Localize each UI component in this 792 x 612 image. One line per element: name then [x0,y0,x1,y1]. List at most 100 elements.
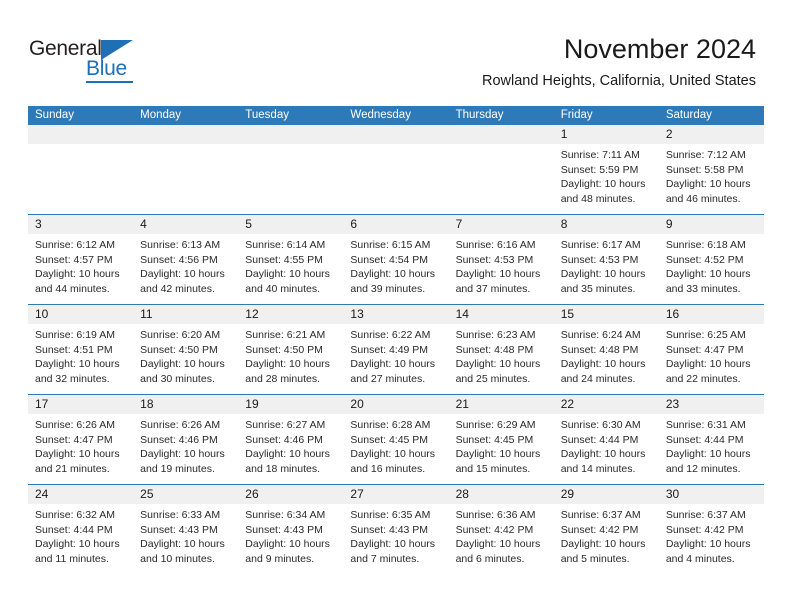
day-detail-line: Sunset: 4:44 PM [665,433,744,446]
day-detail-line: and 25 minutes. [455,372,531,385]
day-number-17[interactable]: 17 [28,395,133,414]
day-detail-line: Sunrise: 6:15 AM [350,239,431,251]
day-number-6[interactable]: 6 [343,215,448,234]
day-number-10[interactable]: 10 [28,305,133,324]
day-number-25[interactable]: 25 [133,485,238,504]
day-cell-1[interactable]: Sunrise: 7:11 AM Sunset: 5:59 PM Daylight:… [554,144,659,214]
day-number-5[interactable]: 5 [238,215,343,234]
day-number-band: 17 18 19 20 21 22 23 [28,395,764,414]
day-cell-2[interactable]: Sunrise: 7:12 AM Sunset: 5:58 PM Daylight:… [659,144,764,214]
day-cell-empty [343,144,448,214]
day-detail-line: Sunrise: 6:37 AM [560,509,641,521]
day-detail-line: Daylight: 10 hours [350,538,436,550]
day-number-20[interactable]: 20 [343,395,448,414]
day-cell-7[interactable]: Sunrise: 6:16 AM Sunset: 4:53 PM Daylight:… [449,234,554,304]
day-detail-line: Daylight: 10 hours [560,268,646,280]
day-detail-line: and 16 minutes. [350,462,426,475]
day-number-9[interactable]: 9 [659,215,764,234]
day-detail-line: Daylight: 10 hours [560,358,646,370]
day-number-12[interactable]: 12 [238,305,343,324]
day-cell-4[interactable]: Sunrise: 6:13 AM Sunset: 4:56 PM Daylight:… [133,234,238,304]
day-cell-30[interactable]: Sunrise: 6:37 AM Sunset: 4:42 PM Daylight:… [659,504,764,574]
day-detail-line: Daylight: 10 hours [350,358,436,370]
day-cell-16[interactable]: Sunrise: 6:25 AM Sunset: 4:47 PM Daylight:… [659,324,764,394]
day-cell-13[interactable]: Sunrise: 6:22 AM Sunset: 4:49 PM Daylight:… [343,324,448,394]
day-number-7[interactable]: 7 [449,215,554,234]
day-number-23[interactable]: 23 [659,395,764,414]
day-cell-29[interactable]: Sunrise: 6:37 AM Sunset: 4:42 PM Daylight:… [554,504,659,574]
day-detail-line: and 35 minutes. [560,282,636,295]
day-number-band: 24 25 26 27 28 29 30 [28,485,764,504]
day-cell-22[interactable]: Sunrise: 6:30 AM Sunset: 4:44 PM Daylight:… [554,414,659,484]
day-number-27[interactable]: 27 [343,485,448,504]
day-detail-line: and 46 minutes. [665,192,741,205]
day-detail-line: and 22 minutes. [665,372,741,385]
day-cell-14[interactable]: Sunrise: 6:23 AM Sunset: 4:48 PM Daylight:… [449,324,554,394]
day-detail-line: Sunset: 4:42 PM [665,523,744,536]
day-number-30[interactable]: 30 [659,485,764,504]
day-detail-line: Daylight: 10 hours [35,358,120,370]
page-header: General Blue November 2024 Rowland Heigh… [0,0,792,100]
day-detail-line: Sunrise: 6:13 AM [140,239,221,251]
day-cell-3[interactable]: Sunrise: 6:12 AM Sunset: 4:57 PM Daylight:… [28,234,133,304]
day-cell-15[interactable]: Sunrise: 6:24 AM Sunset: 4:48 PM Daylight:… [554,324,659,394]
day-number-19[interactable]: 19 [238,395,343,414]
generalblue-logo[interactable]: General Blue [29,38,149,84]
day-detail-line: and 7 minutes. [350,552,420,565]
day-number-13[interactable]: 13 [343,305,448,324]
day-number-29[interactable]: 29 [554,485,659,504]
day-number-empty [28,125,133,144]
calendar-week-row: 24 25 26 27 28 29 30 Sunrise: 6:32 AM Sunset: 4:… [28,484,764,574]
day-cell-5[interactable]: Sunrise: 6:14 AM Sunset: 4:55 PM Daylight:… [238,234,343,304]
day-cell-6[interactable]: Sunrise: 6:15 AM Sunset: 4:54 PM Daylight:… [343,234,448,304]
day-cell-27[interactable]: Sunrise: 6:35 AM Sunset: 4:43 PM Daylight:… [343,504,448,574]
day-cell-20[interactable]: Sunrise: 6:28 AM Sunset: 4:45 PM Daylight:… [343,414,448,484]
day-detail-line: Sunset: 4:42 PM [455,523,534,536]
day-cell-9[interactable]: Sunrise: 6:18 AM Sunset: 4:52 PM Daylight:… [659,234,764,304]
day-number-18[interactable]: 18 [133,395,238,414]
day-cell-28[interactable]: Sunrise: 6:36 AM Sunset: 4:42 PM Daylight:… [449,504,554,574]
day-number-24[interactable]: 24 [28,485,133,504]
day-number-16[interactable]: 16 [659,305,764,324]
day-number-2[interactable]: 2 [659,125,764,144]
day-detail-line: Daylight: 10 hours [140,448,225,460]
day-number-21[interactable]: 21 [449,395,554,414]
weekday-header-wednesday: Wednesday [350,109,411,121]
weekday-header-tuesday: Tuesday [245,109,289,121]
day-detail-line: Sunrise: 6:27 AM [245,419,326,431]
day-cell-12[interactable]: Sunrise: 6:21 AM Sunset: 4:50 PM Daylight:… [238,324,343,394]
day-number-22[interactable]: 22 [554,395,659,414]
day-cell-11[interactable]: Sunrise: 6:20 AM Sunset: 4:50 PM Daylight:… [133,324,238,394]
day-detail-line: Daylight: 10 hours [665,268,751,280]
day-detail-line: Daylight: 10 hours [455,268,541,280]
day-number-1[interactable]: 1 [554,125,659,144]
day-number-28[interactable]: 28 [449,485,554,504]
day-cell-8[interactable]: Sunrise: 6:17 AM Sunset: 4:53 PM Daylight:… [554,234,659,304]
day-detail-line: Daylight: 10 hours [140,358,225,370]
day-number-11[interactable]: 11 [133,305,238,324]
day-cell-18[interactable]: Sunrise: 6:26 AM Sunset: 4:46 PM Daylight:… [133,414,238,484]
day-number-14[interactable]: 14 [449,305,554,324]
day-detail-line: Daylight: 10 hours [665,448,751,460]
weekday-header-saturday: Saturday [665,109,712,121]
day-number-3[interactable]: 3 [28,215,133,234]
day-cell-24[interactable]: Sunrise: 6:32 AM Sunset: 4:44 PM Daylight:… [28,504,133,574]
day-detail-line: Sunrise: 6:16 AM [455,239,536,251]
day-detail-line: Sunset: 4:57 PM [35,253,113,266]
day-cell-17[interactable]: Sunrise: 6:26 AM Sunset: 4:47 PM Daylight:… [28,414,133,484]
day-cell-10[interactable]: Sunrise: 6:19 AM Sunset: 4:51 PM Daylight:… [28,324,133,394]
day-number-15[interactable]: 15 [554,305,659,324]
day-cell-25[interactable]: Sunrise: 6:33 AM Sunset: 4:43 PM Daylight:… [133,504,238,574]
day-number-26[interactable]: 26 [238,485,343,504]
day-cell-19[interactable]: Sunrise: 6:27 AM Sunset: 4:46 PM Daylight:… [238,414,343,484]
day-number-8[interactable]: 8 [554,215,659,234]
day-detail-line: and 18 minutes. [245,462,320,475]
day-detail-line: and 40 minutes. [245,282,320,295]
day-number-4[interactable]: 4 [133,215,238,234]
day-number-empty [449,125,554,144]
day-detail-line: Sunrise: 6:18 AM [665,239,746,251]
day-cell-21[interactable]: Sunrise: 6:29 AM Sunset: 4:45 PM Daylight:… [449,414,554,484]
day-cell-26[interactable]: Sunrise: 6:34 AM Sunset: 4:43 PM Daylight:… [238,504,343,574]
day-cell-23[interactable]: Sunrise: 6:31 AM Sunset: 4:44 PM Daylight:… [659,414,764,484]
day-detail-line: Sunrise: 6:25 AM [665,329,746,341]
